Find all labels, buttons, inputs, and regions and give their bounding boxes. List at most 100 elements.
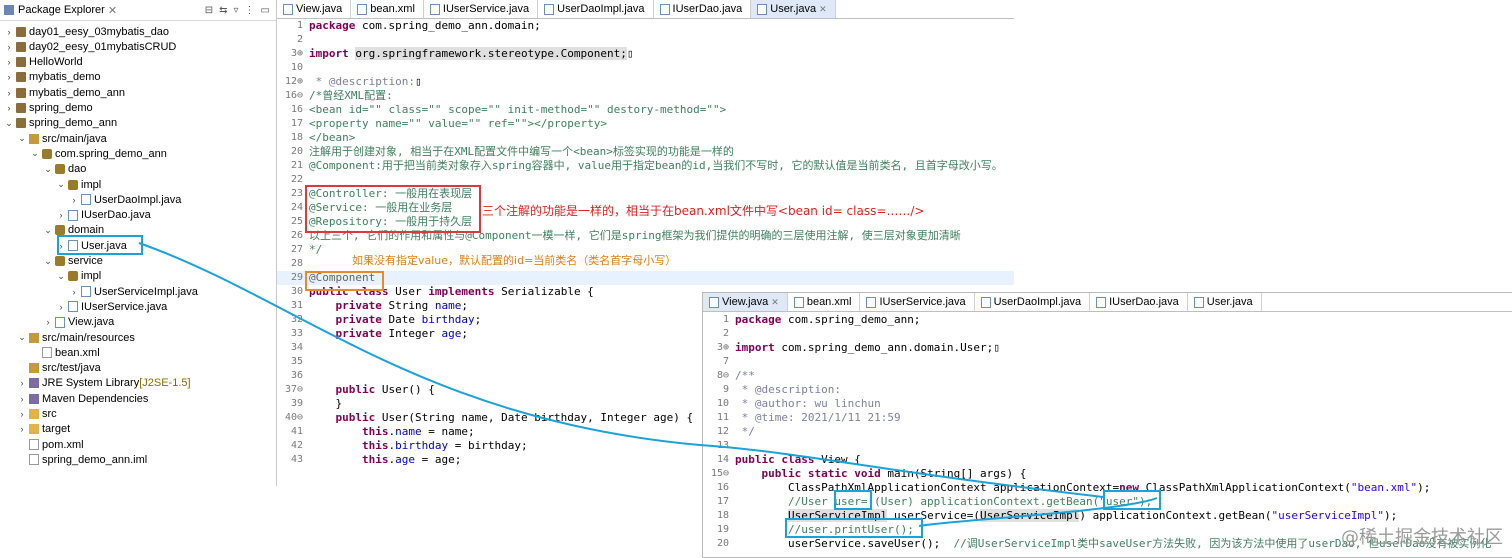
- editor-tab[interactable]: IUserService.java: [860, 293, 975, 311]
- tree-item[interactable]: ⌄ com.spring_demo_ann: [30, 146, 167, 161]
- tree-item[interactable]: › IUserService.java: [56, 299, 168, 314]
- editor-tab-label: View.java: [296, 3, 343, 15]
- tree-item[interactable]: › UserServiceImpl.java: [69, 284, 198, 299]
- chevron-down-icon[interactable]: ⌄: [56, 179, 66, 190]
- editor-tab[interactable]: IUserDao.java: [654, 0, 752, 18]
- view-menu-icon[interactable]: ⋮: [245, 5, 255, 16]
- tree-item[interactable]: › day02_eesy_01mybatisCRUD: [4, 39, 177, 54]
- tree-item[interactable]: › Maven Dependencies: [17, 391, 149, 406]
- editor-tab[interactable]: IUserDao.java: [1090, 293, 1188, 311]
- tree-item[interactable]: pom.xml: [17, 437, 84, 452]
- chevron-down-icon[interactable]: ⌄: [17, 133, 27, 144]
- editor-tab[interactable]: bean.xml: [351, 0, 424, 18]
- chevron-right-icon[interactable]: ›: [17, 409, 27, 419]
- editor-tab[interactable]: User.java ✕: [751, 0, 836, 18]
- tree-item[interactable]: › HelloWorld: [4, 55, 83, 70]
- line-number: 40⊖: [284, 412, 303, 423]
- line-number: 41: [290, 426, 303, 437]
- minimize-icon[interactable]: ▭: [261, 5, 270, 16]
- filter-icon[interactable]: ▿: [234, 5, 239, 16]
- editor-tab[interactable]: UserDaoImpl.java: [975, 293, 1091, 311]
- chevron-right-icon[interactable]: ›: [4, 72, 14, 82]
- tree-item-label: src/main/java: [42, 132, 107, 145]
- annotation-box-user-var: [834, 490, 872, 510]
- tree-item-label: impl: [81, 178, 102, 191]
- java-file-icon: [709, 296, 719, 308]
- chevron-down-icon[interactable]: ⌄: [17, 332, 27, 343]
- tree-item[interactable]: › View.java: [43, 315, 115, 330]
- tree-item[interactable]: ⌄ src/main/java: [17, 131, 107, 146]
- folder-icon: [29, 409, 39, 419]
- tree-item[interactable]: src/test/java: [17, 361, 101, 376]
- tree-item-label: spring_demo_ann.iml: [42, 453, 148, 466]
- chevron-down-icon[interactable]: ⌄: [43, 164, 53, 175]
- chevron-right-icon[interactable]: ›: [4, 42, 14, 52]
- editor-tab[interactable]: View.java ✕: [703, 293, 788, 311]
- java-file-icon: [659, 3, 670, 15]
- editor-tab[interactable]: bean.xml: [788, 293, 861, 311]
- tree-item[interactable]: spring_demo_ann.iml: [17, 452, 147, 467]
- link-editor-icon[interactable]: ⇆: [219, 5, 227, 16]
- chevron-right-icon[interactable]: ›: [56, 210, 66, 220]
- collapse-all-icon[interactable]: ⊟: [205, 5, 213, 16]
- java-file-icon: [357, 3, 368, 15]
- tree-item[interactable]: › target: [17, 422, 71, 437]
- chevron-right-icon[interactable]: ›: [4, 88, 14, 98]
- chevron-right-icon[interactable]: ›: [69, 287, 79, 297]
- editor-tab-label: UserDaoImpl.java: [993, 296, 1082, 308]
- line-number: 9: [722, 384, 729, 395]
- line-number: 36: [290, 370, 303, 381]
- editor-tab[interactable]: UserDaoImpl.java: [538, 0, 654, 18]
- tree-item[interactable]: › day01_eesy_03mybatis_dao: [4, 24, 170, 39]
- chevron-right-icon[interactable]: ›: [4, 27, 14, 37]
- pkg-icon: [68, 179, 78, 190]
- close-tab-icon[interactable]: ✕: [819, 4, 827, 15]
- chevron-right-icon[interactable]: ›: [17, 394, 27, 404]
- line-number: 31: [290, 300, 303, 311]
- chevron-right-icon[interactable]: ›: [69, 195, 79, 205]
- line-number: 28: [290, 258, 303, 269]
- tree-item[interactable]: ⌄ impl: [56, 177, 101, 192]
- package-explorer-icon: [4, 5, 14, 15]
- tree-item[interactable]: › spring_demo: [4, 101, 93, 116]
- annotation-box-orange: [305, 271, 384, 291]
- chevron-down-icon[interactable]: ⌄: [43, 256, 53, 267]
- code-text: public static void main(String[] args) {: [761, 467, 1027, 480]
- chevron-right-icon[interactable]: ›: [43, 317, 53, 327]
- editor-tab[interactable]: View.java: [277, 0, 352, 18]
- chevron-down-icon[interactable]: ⌄: [4, 118, 14, 129]
- tree-item-label: UserDaoImpl.java: [94, 193, 182, 206]
- editor-tab-label: bean.xml: [806, 296, 852, 308]
- tree-item[interactable]: bean.xml: [30, 345, 100, 360]
- tree-item[interactable]: › mybatis_demo_ann: [4, 85, 126, 100]
- chevron-right-icon[interactable]: ›: [4, 57, 14, 67]
- chevron-right-icon[interactable]: ›: [17, 424, 27, 434]
- code-line: 2: [277, 33, 1014, 47]
- chevron-right-icon[interactable]: ›: [17, 378, 27, 388]
- chevron-right-icon[interactable]: ›: [4, 103, 14, 113]
- tree-item[interactable]: › UserDaoImpl.java: [69, 192, 182, 207]
- tree-item[interactable]: ⌄ spring_demo_ann: [4, 116, 117, 131]
- tree-item[interactable]: ⌄ src/main/resources: [17, 330, 135, 345]
- tree-item[interactable]: ⌄ service: [43, 254, 103, 269]
- java-icon: [55, 316, 65, 328]
- code-text: this.age = age;: [361, 453, 462, 466]
- tree-item[interactable]: › IUserDao.java: [56, 208, 151, 223]
- close-tab-icon[interactable]: ✕: [771, 297, 779, 308]
- tree-item[interactable]: › JRE System Library [J2SE-1.5]: [17, 376, 191, 391]
- chevron-down-icon[interactable]: ⌄: [30, 148, 40, 159]
- tree-item[interactable]: ⌄ impl: [56, 269, 101, 284]
- chevron-right-icon[interactable]: ›: [56, 302, 66, 312]
- editor-tab[interactable]: User.java: [1188, 293, 1262, 311]
- tree-item[interactable]: ⌄ dao: [43, 162, 86, 177]
- code-line: 7: [703, 355, 1512, 369]
- tree-item[interactable]: › mybatis_demo: [4, 70, 101, 85]
- close-icon[interactable]: ✕: [108, 4, 117, 17]
- code-text: 注解用于创建对象, 相当于在XML配置文件中编写一个<bean>标签实现的功能是…: [309, 145, 734, 158]
- chevron-down-icon[interactable]: ⌄: [43, 225, 53, 236]
- tree-item[interactable]: › src: [17, 407, 57, 422]
- editor-tab[interactable]: IUserService.java: [424, 0, 539, 18]
- chevron-down-icon[interactable]: ⌄: [56, 271, 66, 282]
- scroll-right-icon[interactable]: ›: [1013, 150, 1014, 163]
- line-number: 33: [290, 328, 303, 339]
